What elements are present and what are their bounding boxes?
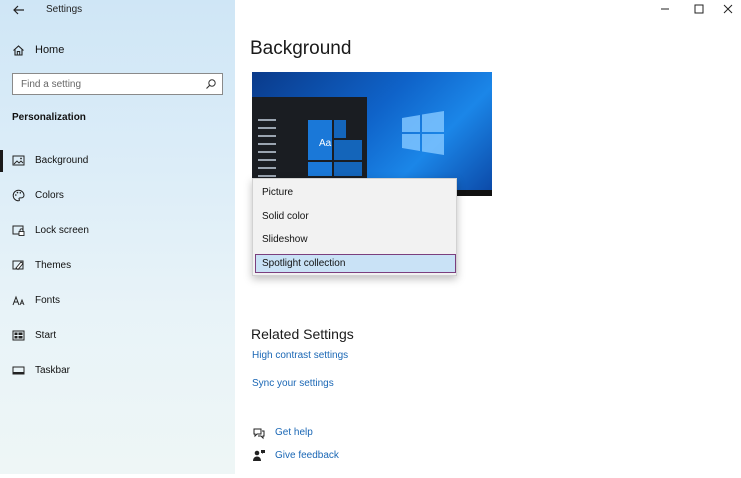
dropdown-option-slideshow[interactable]: Slideshow (262, 234, 308, 245)
back-arrow-icon[interactable] (12, 3, 26, 17)
sidebar-item-label: Themes (35, 260, 72, 271)
section-title: Personalization (12, 112, 86, 123)
home-icon (13, 44, 24, 56)
windows-logo-icon (402, 111, 444, 155)
sidebar: Settings Home Find a setting Personaliza… (0, 0, 235, 474)
dropdown-option-spotlight-collection[interactable]: Spotlight collection (255, 254, 456, 273)
lock-screen-icon (12, 225, 25, 236)
sidebar-item-label: Lock screen (35, 225, 89, 236)
preview-tile-text: Aa (319, 138, 332, 149)
background-type-dropdown[interactable]: Picture Solid color Slideshow Spotlight … (252, 178, 457, 276)
start-icon (12, 330, 25, 341)
help-chat-icon (253, 428, 265, 440)
palette-icon (12, 189, 25, 202)
sidebar-item-colors[interactable]: Colors (0, 185, 235, 207)
sidebar-item-label: Fonts (35, 295, 61, 306)
sidebar-item-themes[interactable]: Themes (0, 255, 235, 277)
page-title: Background (250, 38, 352, 59)
maximize-icon[interactable] (692, 2, 706, 16)
search-placeholder: Find a setting (21, 79, 82, 90)
search-input[interactable]: Find a setting (12, 73, 223, 95)
sidebar-item-label: Background (35, 155, 89, 166)
close-icon[interactable] (721, 2, 735, 16)
dropdown-option-picture[interactable]: Picture (262, 187, 293, 198)
window-title: Settings (46, 4, 83, 15)
home-label: Home (35, 44, 65, 56)
themes-icon (12, 260, 24, 271)
sidebar-item-label: Colors (35, 190, 64, 201)
sidebar-item-fonts[interactable]: Fonts (0, 290, 235, 312)
related-settings-title: Related Settings (251, 326, 354, 342)
search-icon[interactable] (205, 78, 217, 90)
sync-settings-link[interactable]: Sync your settings (252, 378, 334, 389)
give-feedback-label: Give feedback (275, 450, 339, 461)
sidebar-item-taskbar[interactable]: Taskbar (0, 360, 235, 382)
minimize-icon[interactable] (658, 2, 672, 16)
sidebar-item-label: Start (35, 330, 57, 341)
dropdown-option-solid-color[interactable]: Solid color (262, 211, 309, 222)
high-contrast-link[interactable]: High contrast settings (252, 350, 348, 361)
dropdown-option-label: Spotlight collection (262, 258, 346, 269)
feedback-person-icon (253, 450, 265, 461)
home-button[interactable]: Home (12, 43, 64, 57)
picture-icon (12, 155, 25, 166)
sidebar-item-background[interactable]: Background (0, 150, 235, 172)
fonts-icon (12, 295, 25, 306)
sidebar-item-label: Taskbar (35, 365, 71, 376)
get-help-label: Get help (275, 427, 313, 438)
taskbar-icon (12, 366, 25, 375)
sidebar-item-lock-screen[interactable]: Lock screen (0, 220, 235, 242)
sidebar-item-start[interactable]: Start (0, 325, 235, 347)
active-indicator (0, 150, 3, 172)
